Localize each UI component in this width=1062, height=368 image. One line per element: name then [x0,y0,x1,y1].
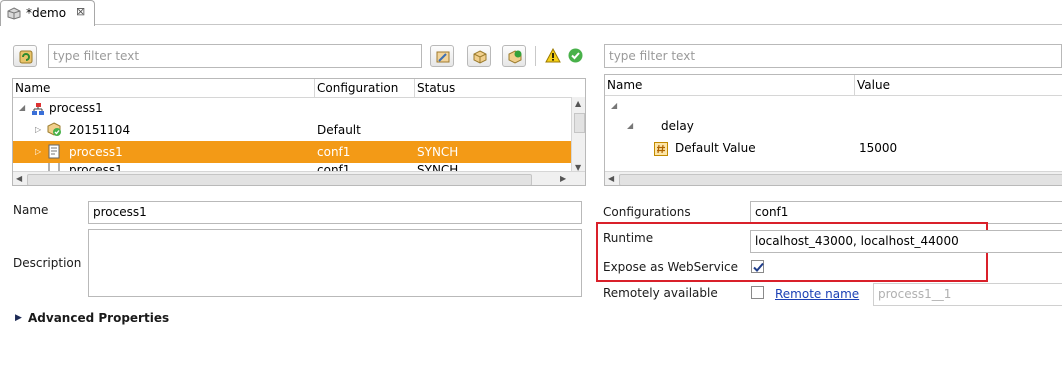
row-configuration: conf1 [317,163,351,171]
scroll-left-icon[interactable]: ◀ [16,174,22,183]
package-icon [473,50,487,64]
row-value: 15000 [859,141,898,155]
row-name: delay [661,119,694,133]
row-name: process1 [69,145,123,159]
hash-icon [654,141,668,163]
table-row[interactable]: ▷ 20151104 Default [13,119,585,141]
scroll-thumb[interactable] [27,174,532,185]
runtime-field[interactable]: localhost_43000, localhost_44000 [750,230,1062,253]
ok-check-icon [568,48,583,63]
remotely-available-label: Remotely available [603,286,718,300]
properties-table: Name Value ◢ ◢ delay Default Value 15000… [604,74,1062,186]
row-configuration: conf1 [317,145,351,159]
expand-advanced-icon[interactable]: ▶ [15,313,22,323]
configurations-field[interactable]: conf1 [750,201,1062,224]
cube-icon [7,7,21,20]
scroll-up-icon[interactable]: ▲ [575,99,581,108]
column-header-configuration[interactable]: Configuration [315,79,415,97]
process-table: Name Configuration Status ◢ process1 ▷ 2… [12,78,586,186]
advanced-properties-section[interactable]: Advanced Properties [28,311,169,325]
left-filter-placeholder: type filter text [53,49,140,63]
checkmark-icon [753,262,764,272]
horizontal-scrollbar[interactable]: ◀ ▶ [13,171,585,185]
expose-webservice-label: Expose as WebService [603,260,739,274]
description-field[interactable] [88,229,582,297]
right-filter-input[interactable]: type filter text [604,44,1062,68]
configurations-label: Configurations [603,205,691,219]
column-header-value[interactable]: Value [855,75,1062,95]
table-row[interactable]: ◢ process1 [13,97,585,119]
edit-button[interactable] [430,45,454,67]
expand-arrow-icon[interactable]: ▷ [35,119,41,141]
editor-tab-title: *demo [26,6,67,20]
scroll-right-icon[interactable]: ▶ [560,174,566,183]
warning-icon [545,47,561,63]
add-package-button[interactable] [502,45,526,67]
remote-name-field[interactable]: process1__1 [873,283,1062,306]
description-label: Description [13,256,82,270]
scroll-left-icon[interactable]: ◀ [608,174,614,183]
expose-webservice-checkbox[interactable] [751,260,764,273]
process-table-header: Name Configuration Status [13,79,585,98]
runtime-label: Runtime [603,231,654,245]
editor-tab-bar [0,0,1062,25]
row-name: 20151104 [69,123,131,137]
row-status: SYNCH [417,145,459,159]
refresh-icon [19,50,33,64]
wrench-icon [436,51,450,63]
collapse-arrow-icon[interactable]: ◢ [627,115,633,137]
remote-name-link[interactable]: Remote name [775,287,859,301]
editor-tab-demo[interactable]: *demo ⊠ [0,0,95,26]
name-field[interactable]: process1 [88,201,582,224]
table-row[interactable]: ◢ delay [605,115,1062,137]
right-filter-placeholder: type filter text [609,49,696,63]
close-icon[interactable]: ⊠ [76,5,85,18]
column-header-name[interactable]: Name [13,79,315,97]
left-filter-input[interactable]: type filter text [48,44,422,68]
document-icon [47,163,61,171]
collapse-arrow-icon[interactable]: ◢ [19,97,25,119]
package-add-icon [508,50,522,64]
column-header-name[interactable]: Name [605,75,855,95]
row-configuration: Default [317,123,361,137]
table-row[interactable]: process1 conf1 SYNCH [13,163,585,171]
column-header-status[interactable]: Status [415,79,571,97]
scroll-thumb[interactable] [619,174,1062,185]
table-row-selected[interactable]: ▷ process1 conf1 SYNCH [13,141,571,163]
row-name: process1 [49,101,103,115]
remotely-available-checkbox[interactable] [751,286,764,299]
row-name: Default Value [675,141,756,155]
horizontal-scrollbar[interactable]: ◀ [605,171,1062,185]
name-label: Name [13,203,49,217]
refresh-button[interactable] [13,45,37,67]
row-status: SYNCH [417,163,459,171]
expand-arrow-icon[interactable]: ▷ [35,141,41,163]
table-row[interactable]: Default Value 15000 [605,137,1062,159]
collapse-arrow-icon[interactable]: ◢ [611,95,617,117]
properties-table-header: Name Value [605,75,1062,96]
table-row[interactable]: ◢ [605,95,1062,117]
package-button[interactable] [467,45,491,67]
scroll-thumb[interactable] [574,113,585,133]
vertical-scrollbar[interactable]: ▲ ▼ [571,97,585,175]
toolbar-divider [535,46,536,66]
row-name: process1 [69,163,123,171]
